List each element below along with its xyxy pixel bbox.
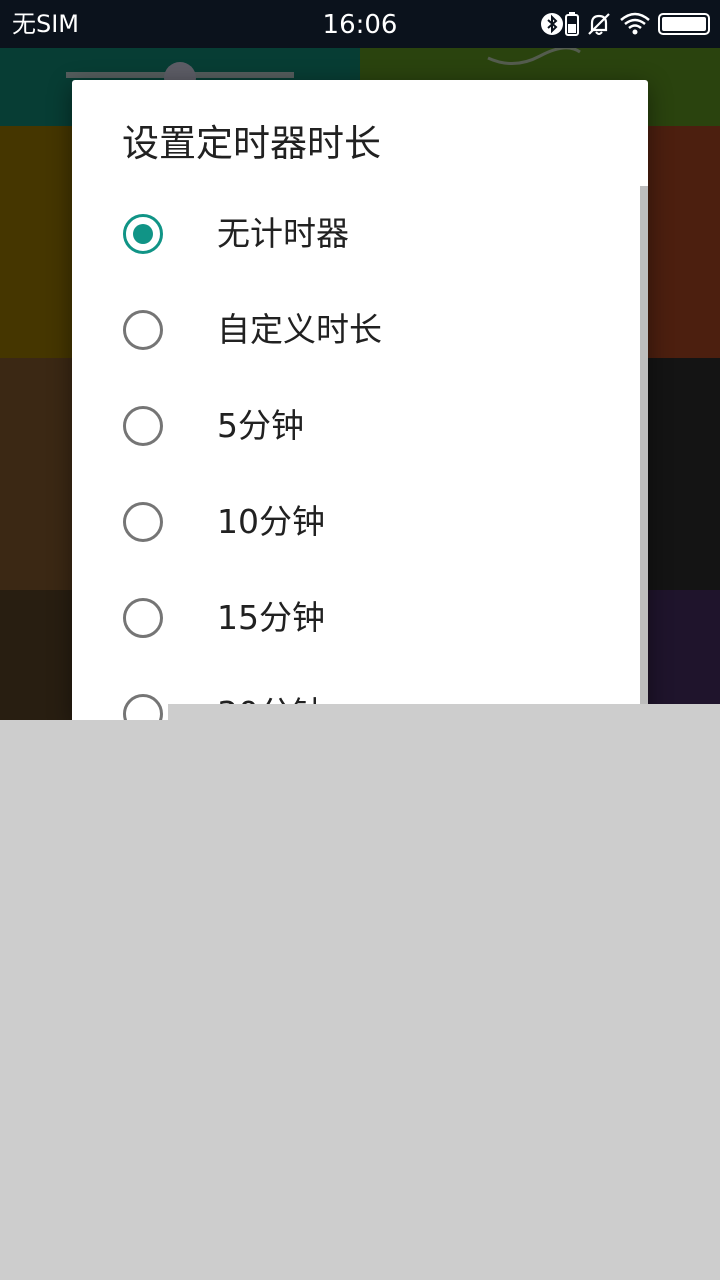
radio-unchecked-icon[interactable] <box>123 310 163 350</box>
wifi-icon <box>620 12 650 35</box>
scrollbar[interactable] <box>640 186 648 720</box>
option-label: 自定义时长 <box>217 310 382 349</box>
status-clock: 16:06 <box>322 10 398 40</box>
radio-unchecked-icon[interactable] <box>123 598 163 638</box>
status-bar: 无SIM 16:06 <box>0 0 720 48</box>
radio-checked-icon[interactable] <box>123 214 163 254</box>
timer-duration-dialog: 设置定时器时长 无计时器 自定义时长 5分钟 10分钟 15分钟 <box>72 80 648 720</box>
bluetooth-icon <box>541 13 563 35</box>
battery-small-icon <box>565 12 579 36</box>
notifications-off-icon <box>588 13 610 35</box>
radio-unchecked-icon[interactable] <box>123 502 163 542</box>
option-5-minutes[interactable]: 5分钟 <box>72 378 640 474</box>
slider-handle-icon <box>66 72 294 78</box>
option-10-minutes[interactable]: 10分钟 <box>72 474 640 570</box>
option-custom-duration[interactable]: 自定义时长 <box>72 282 640 378</box>
option-15-minutes[interactable]: 15分钟 <box>72 570 640 666</box>
battery-icon <box>658 13 710 35</box>
screen: 无SIM 16:06 设置定时器时长 无计时器 自定义时长 5分钟 10分钟 1… <box>0 0 720 1280</box>
radio-unchecked-icon[interactable] <box>123 406 163 446</box>
option-label: 5分钟 <box>217 406 304 445</box>
timer-option-list: 无计时器 自定义时长 5分钟 10分钟 15分钟 30分钟 <box>72 186 640 720</box>
dialog-title: 设置定时器时长 <box>122 122 381 165</box>
option-label: 15分钟 <box>217 598 325 637</box>
option-no-timer[interactable]: 无计时器 <box>72 186 640 282</box>
option-label: 10分钟 <box>217 502 325 541</box>
option-label: 无计时器 <box>217 214 349 253</box>
screen-crop-area <box>0 720 720 1280</box>
swirl-icon <box>487 48 581 65</box>
screen-crop-notch <box>168 704 720 720</box>
radio-unchecked-icon[interactable] <box>123 694 163 720</box>
